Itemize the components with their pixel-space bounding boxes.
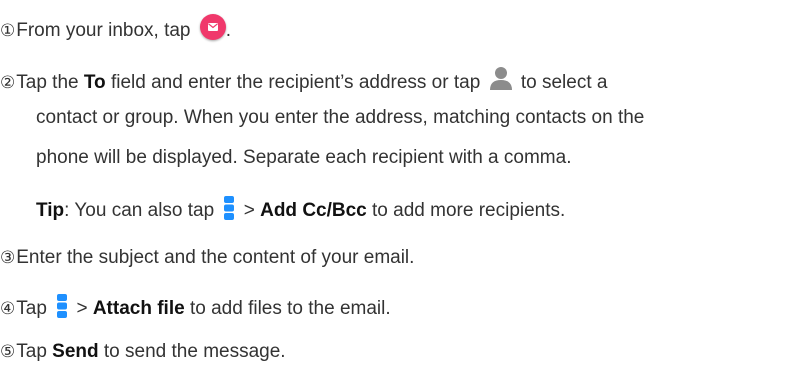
step-text-end: to add files to the email. — [184, 298, 391, 319]
step-number: ③ — [0, 248, 16, 268]
step-text: field and enter the recipient’s address … — [105, 72, 486, 93]
tip-label: Tip — [36, 200, 65, 221]
contact-person-icon — [489, 66, 512, 90]
step-text-end: to send the message. — [98, 341, 286, 362]
step-text: Tap — [16, 341, 53, 362]
step-text: Tap — [16, 298, 53, 319]
tip-separator: > — [238, 200, 261, 221]
step-text: to select a — [515, 72, 608, 93]
tip-text: : You can also tap — [64, 200, 220, 221]
tip-text-end: to add more recipients. — [366, 200, 566, 221]
step-2-line-2: contact or group. When you enter the add… — [36, 107, 645, 128]
step-1: ①From your inbox, tap . — [0, 14, 231, 43]
send-label: Send — [52, 341, 99, 362]
more-options-icon — [56, 294, 68, 318]
step-text: From your inbox, tap — [16, 20, 196, 41]
step-2: ②Tap the To field and enter the recipien… — [0, 66, 607, 95]
step-4: ④Tap > Attach file to add files to the e… — [0, 294, 391, 321]
step-number: ⑤ — [0, 342, 16, 362]
compose-email-icon — [199, 14, 226, 40]
step-text: Enter the subject and the content of you… — [16, 247, 415, 268]
step-2-line-3: phone will be displayed. Separate each r… — [36, 147, 572, 168]
step-5: ⑤Tap Send to send the message. — [0, 340, 286, 364]
step-number: ① — [0, 21, 16, 41]
attach-file-label: Attach file — [92, 298, 185, 319]
step-3: ③Enter the subject and the content of yo… — [0, 246, 414, 270]
more-options-icon — [223, 196, 235, 220]
to-field-label: To — [83, 72, 106, 93]
step-number: ② — [0, 73, 16, 93]
step-text-end: . — [225, 20, 232, 41]
step-text: Tap the — [16, 72, 84, 93]
add-cc-bcc-label: Add Cc/Bcc — [260, 200, 367, 221]
step-separator: > — [71, 298, 93, 319]
step-number: ④ — [0, 299, 16, 319]
tip: Tip: You can also tap > Add Cc/Bcc to ad… — [36, 196, 565, 223]
